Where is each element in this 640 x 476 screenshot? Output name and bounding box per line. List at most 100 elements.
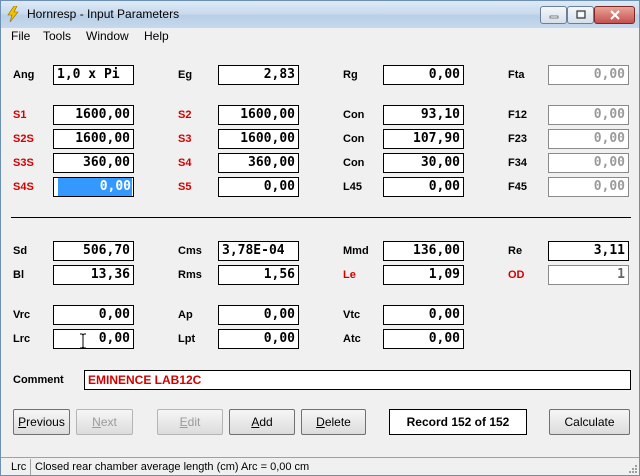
re-field[interactable]: 3,11	[548, 241, 629, 261]
label-s3: S3	[178, 133, 192, 145]
s1-field[interactable]: 1600,00	[53, 105, 134, 125]
rg-field[interactable]: 0,00	[383, 65, 464, 85]
f45-field[interactable]: 0,00	[548, 177, 629, 197]
atc-field[interactable]: 0,00	[383, 329, 464, 349]
label-cms: Cms	[178, 245, 202, 257]
label-con-1: Con	[343, 109, 365, 121]
window-title: Hornresp - Input Parameters	[27, 7, 180, 21]
title-bar[interactable]: Hornresp - Input Parameters	[1, 1, 639, 28]
label-s1: S1	[13, 109, 27, 121]
ap-field[interactable]: 0,00	[218, 305, 299, 325]
label-s5: S5	[178, 181, 192, 193]
close-icon	[609, 10, 620, 20]
label-con-2: Con	[343, 133, 365, 145]
delete-hotkey: D	[316, 415, 325, 429]
label-fta: Fta	[508, 69, 525, 81]
cms-field[interactable]: 3,78E-04	[218, 241, 299, 261]
vtc-field[interactable]: 0,00	[383, 305, 464, 325]
bl-field[interactable]: 13,36	[53, 265, 134, 285]
mmd-field[interactable]: 136,00	[383, 241, 464, 261]
next-button[interactable]: Next	[76, 409, 133, 435]
s4s-field[interactable]: 0,00	[53, 177, 134, 197]
label-re: Re	[508, 245, 523, 257]
hornresp-window: Hornresp - Input Parameters File Tools W…	[0, 0, 640, 476]
resize-grip-icon[interactable]	[627, 463, 637, 473]
edit-hotkey: E	[179, 415, 188, 429]
menu-tools[interactable]: Tools	[43, 29, 71, 43]
label-f12: F12	[508, 109, 527, 121]
label-con-3: Con	[343, 157, 365, 169]
menu-help[interactable]: Help	[144, 29, 169, 43]
label-comment: Comment	[13, 374, 64, 386]
label-rg: Rg	[343, 69, 358, 81]
next-hotkey: N	[92, 415, 101, 429]
s3-field[interactable]: 1600,00	[218, 129, 299, 149]
s3s-field[interactable]: 360,00	[53, 153, 134, 173]
edit-button[interactable]: Edit	[157, 409, 223, 435]
lpt-field[interactable]: 0,00	[218, 329, 299, 349]
eg-field[interactable]: 2,83	[218, 65, 299, 85]
label-le: Le	[343, 269, 356, 281]
status-description: Closed rear chamber average length (cm) …	[35, 461, 310, 473]
lightning-app-icon	[7, 6, 19, 22]
s4-field[interactable]: 360,00	[218, 153, 299, 173]
maximize-icon	[575, 10, 586, 19]
label-lpt: Lpt	[178, 333, 196, 345]
label-vrc: Vrc	[13, 309, 31, 321]
calculate-button[interactable]: Calculate	[549, 409, 630, 435]
f23-field[interactable]: 0,00	[548, 129, 629, 149]
text-cursor-icon	[80, 333, 86, 349]
label-od: OD	[508, 269, 525, 281]
lrc-field[interactable]: 0,00	[53, 329, 134, 349]
delete-label: elete	[324, 415, 351, 429]
label-ang: Ang	[13, 69, 35, 81]
delete-button[interactable]: Delete	[301, 409, 366, 435]
label-sd: Sd	[13, 245, 28, 257]
section-separator	[11, 217, 631, 218]
label-f34: F34	[508, 157, 527, 169]
previous-button[interactable]: Previous	[13, 409, 70, 435]
next-label: ext	[100, 415, 117, 429]
label-ap: Ap	[178, 309, 193, 321]
label-eg: Eg	[178, 69, 193, 81]
con-3-field[interactable]: 30,00	[383, 153, 464, 173]
f12-field[interactable]: 0,00	[548, 105, 629, 125]
le-field[interactable]: 1,09	[383, 265, 464, 285]
f34-field[interactable]: 0,00	[548, 153, 629, 173]
ang-field[interactable]: 1,0 x Pi	[53, 65, 134, 85]
minimize-button[interactable]	[540, 6, 567, 24]
con-2-field[interactable]: 107,90	[383, 129, 464, 149]
add-button[interactable]: Add	[229, 409, 295, 435]
label-vtc: Vtc	[343, 309, 361, 321]
label-s3s: S3S	[13, 157, 34, 169]
s4s-selected-value: 0,00	[58, 178, 132, 196]
s5-field[interactable]: 0,00	[218, 177, 299, 197]
previous-hotkey: P	[18, 415, 27, 429]
sd-field[interactable]: 506,70	[53, 241, 134, 261]
label-f23: F23	[508, 133, 527, 145]
l45-field[interactable]: 0,00	[383, 177, 464, 197]
label-s2: S2	[178, 109, 192, 121]
s2-field[interactable]: 1600,00	[218, 105, 299, 125]
maximize-button[interactable]	[567, 6, 594, 24]
rms-field[interactable]: 1,56	[218, 265, 299, 285]
con-1-field[interactable]: 93,10	[383, 105, 464, 125]
s2s-field[interactable]: 1600,00	[53, 129, 134, 149]
vrc-field[interactable]: 0,00	[53, 305, 134, 325]
status-code: Lrc	[1, 459, 31, 475]
label-atc: Atc	[343, 333, 361, 345]
comment-field[interactable]: EMINENCE LAB12C	[84, 370, 631, 390]
add-label: dd	[259, 415, 273, 429]
label-s2s: S2S	[13, 133, 34, 145]
status-bar: Lrc Closed rear chamber average length (…	[1, 457, 639, 475]
fta-field[interactable]: 0,00	[548, 65, 629, 85]
menu-file[interactable]: File	[11, 29, 30, 43]
od-field[interactable]: 1	[548, 265, 629, 285]
minimize-icon	[549, 15, 558, 19]
menu-window[interactable]: Window	[86, 29, 129, 43]
label-mmd: Mmd	[343, 245, 369, 257]
close-button[interactable]	[594, 6, 635, 24]
label-lrc: Lrc	[13, 333, 31, 345]
edit-label: dit	[187, 415, 201, 429]
label-rms: Rms	[178, 269, 202, 281]
